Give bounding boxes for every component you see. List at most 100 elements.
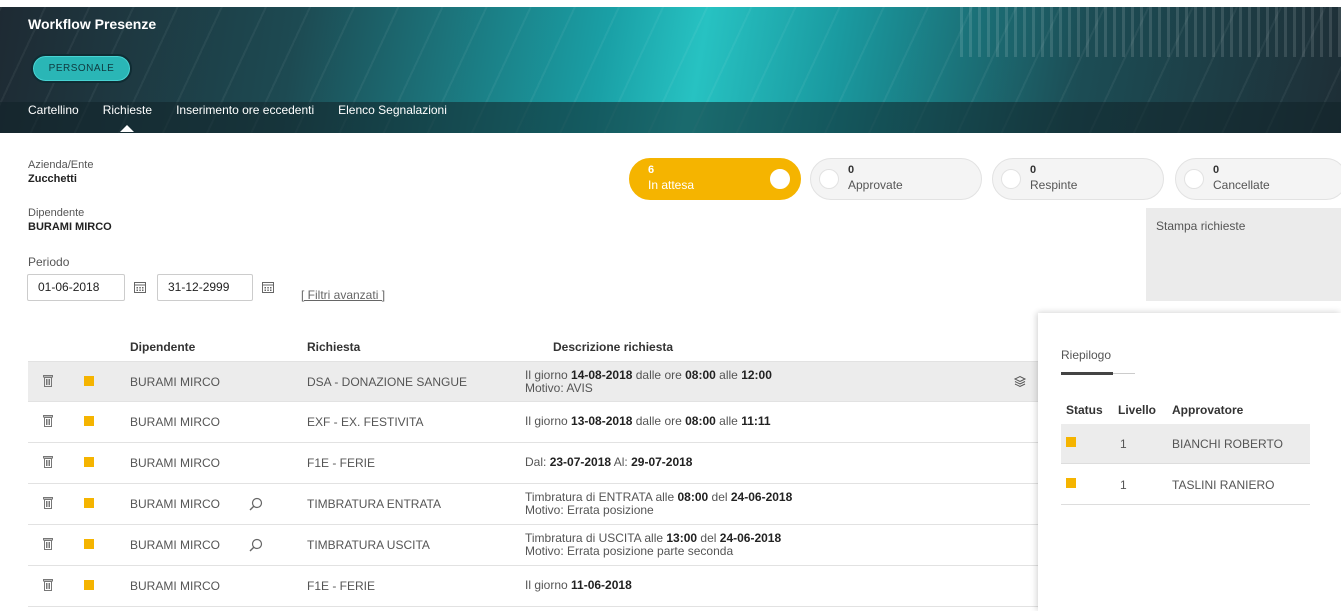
toggle-knob — [770, 169, 790, 189]
cell-descrizione: Il giorno 13-08-2018 dalle ore 08:00 all… — [525, 415, 771, 427]
desc-line-1: Dal: 23-07-2018 Al: 29-07-2018 — [525, 456, 692, 468]
nav-richieste[interactable]: Richieste — [103, 103, 152, 132]
desc-text: Il giorno — [525, 368, 572, 382]
nav-cartellino[interactable]: Cartellino — [28, 103, 79, 117]
cell-descrizione: Il giorno 14-08-2018 dalle ore 08:00 all… — [525, 369, 772, 394]
riepilogo-header-status: Status — [1066, 403, 1103, 417]
attachments-icon[interactable] — [1013, 375, 1027, 388]
table-row[interactable]: BURAMI MIRCO TIMBRATURA ENTRATA Timbratura… — [28, 484, 1040, 525]
column-header-descrizione: Descrizione richiesta — [553, 340, 674, 354]
status-toggle-cancellate[interactable]: 0 Cancellate — [1175, 158, 1341, 200]
cell-dipendente: BURAMI MIRCO — [130, 456, 220, 470]
toggle-knob — [819, 169, 839, 189]
desc-text: Dal: — [525, 455, 550, 469]
approver-name: TASLINI RANIERO — [1172, 478, 1275, 492]
cell-dipendente: BURAMI MIRCO — [130, 497, 220, 511]
date-from-field[interactable]: 01-06-2018 — [27, 274, 125, 301]
desc-line-1: Timbratura di ENTRATA alle 08:00 del 24-… — [525, 491, 792, 503]
search-icon[interactable] — [249, 538, 263, 552]
table-row[interactable]: BURAMI MIRCO EXF - EX. FESTIVITA Il giorno… — [28, 402, 1040, 443]
cell-descrizione: Il giorno 11-06-2018 — [525, 579, 632, 591]
table-row[interactable]: BURAMI MIRCO F1E - FERIE Il giorno 11-06-2… — [28, 566, 1040, 607]
desc-line-1: Timbratura di USCITA alle 13:00 del 24-0… — [525, 532, 781, 544]
trash-icon[interactable] — [43, 579, 53, 591]
cell-richiesta: TIMBRATURA USCITA — [307, 538, 430, 552]
status-label: Approvate — [848, 178, 903, 192]
desc-highlight: 11:11 — [741, 414, 771, 428]
azienda-value: Zucchetti — [28, 173, 77, 185]
print-requests-label: Stampa richieste — [1156, 219, 1246, 233]
desc-line-2: Motivo: AVIS — [525, 381, 593, 395]
desc-text: alle — [715, 414, 742, 428]
desc-text: alle — [715, 368, 742, 382]
desc-text: Il giorno — [525, 414, 572, 428]
status-pending-marker — [84, 457, 94, 467]
trash-icon[interactable] — [43, 497, 53, 509]
cell-descrizione: Dal: 23-07-2018 Al: 29-07-2018 — [525, 456, 692, 468]
desc-text: Timbratura di USCITA alle — [525, 531, 667, 545]
dipendente-label: Dipendente — [28, 207, 85, 219]
nav-inserimento-ore[interactable]: Inserimento ore eccedenti — [176, 103, 314, 117]
status-pending-marker — [1066, 437, 1076, 447]
desc-text: del — [708, 490, 731, 504]
tab-divider — [1113, 373, 1135, 374]
cell-richiesta: EXF - EX. FESTIVITA — [307, 415, 424, 429]
column-header-dipendente: Dipendente — [130, 340, 196, 354]
main-nav: Cartellino Richieste Inserimento ore ecc… — [28, 103, 471, 132]
trash-icon[interactable] — [43, 415, 53, 427]
toggle-knob — [1001, 169, 1021, 189]
table-row[interactable]: BURAMI MIRCO F1E - FERIE Dal: 23-07-2018 A… — [28, 443, 1040, 484]
desc-highlight: 23-07-2018 — [549, 455, 612, 469]
approver-level: 1 — [1120, 437, 1127, 451]
desc-highlight: 29-07-2018 — [631, 455, 693, 469]
cell-dipendente: BURAMI MIRCO — [130, 538, 220, 552]
desc-highlight: 13:00 — [666, 531, 698, 545]
status-label: Cancellate — [1213, 178, 1270, 192]
riepilogo-panel: Riepilogo Status Livello Approvatore 1 B… — [1038, 313, 1341, 611]
nav-elenco-segnalazioni[interactable]: Elenco Segnalazioni — [338, 103, 447, 117]
desc-text: dalle ore — [632, 368, 686, 382]
riepilogo-header-livello: Livello — [1118, 403, 1157, 417]
desc-highlight: 08:00 — [685, 414, 716, 428]
trash-icon[interactable] — [43, 375, 53, 387]
table-row[interactable]: BURAMI MIRCO DSA - DONAZIONE SANGUE Il gio… — [28, 361, 1040, 402]
cell-richiesta: DSA - DONAZIONE SANGUE — [307, 375, 468, 389]
header-background-bars — [960, 7, 1341, 57]
search-icon[interactable] — [249, 497, 263, 511]
desc-highlight: 13-08-2018 — [571, 414, 633, 428]
desc-highlight: 14-08-2018 — [571, 368, 633, 382]
date-to-field[interactable]: 31-12-2999 — [157, 274, 253, 301]
desc-line-1: Il giorno 13-08-2018 dalle ore 08:00 all… — [525, 415, 771, 427]
app-title: Workflow Presenze — [28, 16, 157, 32]
periodo-label: Periodo — [28, 255, 70, 269]
trash-icon[interactable] — [43, 538, 53, 550]
status-pending-marker — [84, 539, 94, 549]
calendar-icon[interactable] — [262, 281, 274, 293]
desc-highlight: 08:00 — [677, 490, 709, 504]
advanced-filters-link[interactable]: [ Filtri avanzati ] — [301, 288, 385, 302]
azienda-label: Azienda/Ente — [28, 159, 94, 171]
desc-line-2: Motivo: Errata posizione — [525, 503, 654, 517]
trash-icon[interactable] — [43, 456, 53, 468]
status-pending-marker — [84, 416, 94, 426]
status-pending-marker — [84, 498, 94, 508]
desc-text: Timbratura di ENTRATA alle — [525, 490, 678, 504]
approver-level: 1 — [1120, 478, 1127, 492]
tab-underline — [1061, 372, 1113, 375]
status-toggle-in-attesa[interactable]: 6 In attesa — [629, 158, 801, 200]
print-requests-button[interactable]: Stampa richieste — [1146, 208, 1341, 301]
riepilogo-tab[interactable]: Riepilogo — [1061, 348, 1111, 362]
approver-row: 1 BIANCHI ROBERTO — [1061, 424, 1310, 464]
status-pending-marker — [84, 376, 94, 386]
cell-dipendente: BURAMI MIRCO — [130, 579, 220, 593]
status-toggle-respinte[interactable]: 0 Respinte — [992, 158, 1164, 200]
profile-pill-personale[interactable]: PERSONALE — [31, 54, 132, 83]
desc-highlight: 12:00 — [741, 368, 772, 382]
table-row[interactable]: BURAMI MIRCO TIMBRATURA USCITA Timbratura … — [28, 525, 1040, 566]
status-toggle-approvate[interactable]: 0 Approvate — [810, 158, 982, 200]
desc-line-2: Motivo: Errata posizione parte seconda — [525, 544, 734, 558]
cell-richiesta: TIMBRATURA ENTRATA — [307, 497, 442, 511]
calendar-icon[interactable] — [134, 281, 146, 293]
cell-richiesta: F1E - FERIE — [307, 579, 376, 593]
toggle-knob — [1184, 169, 1204, 189]
